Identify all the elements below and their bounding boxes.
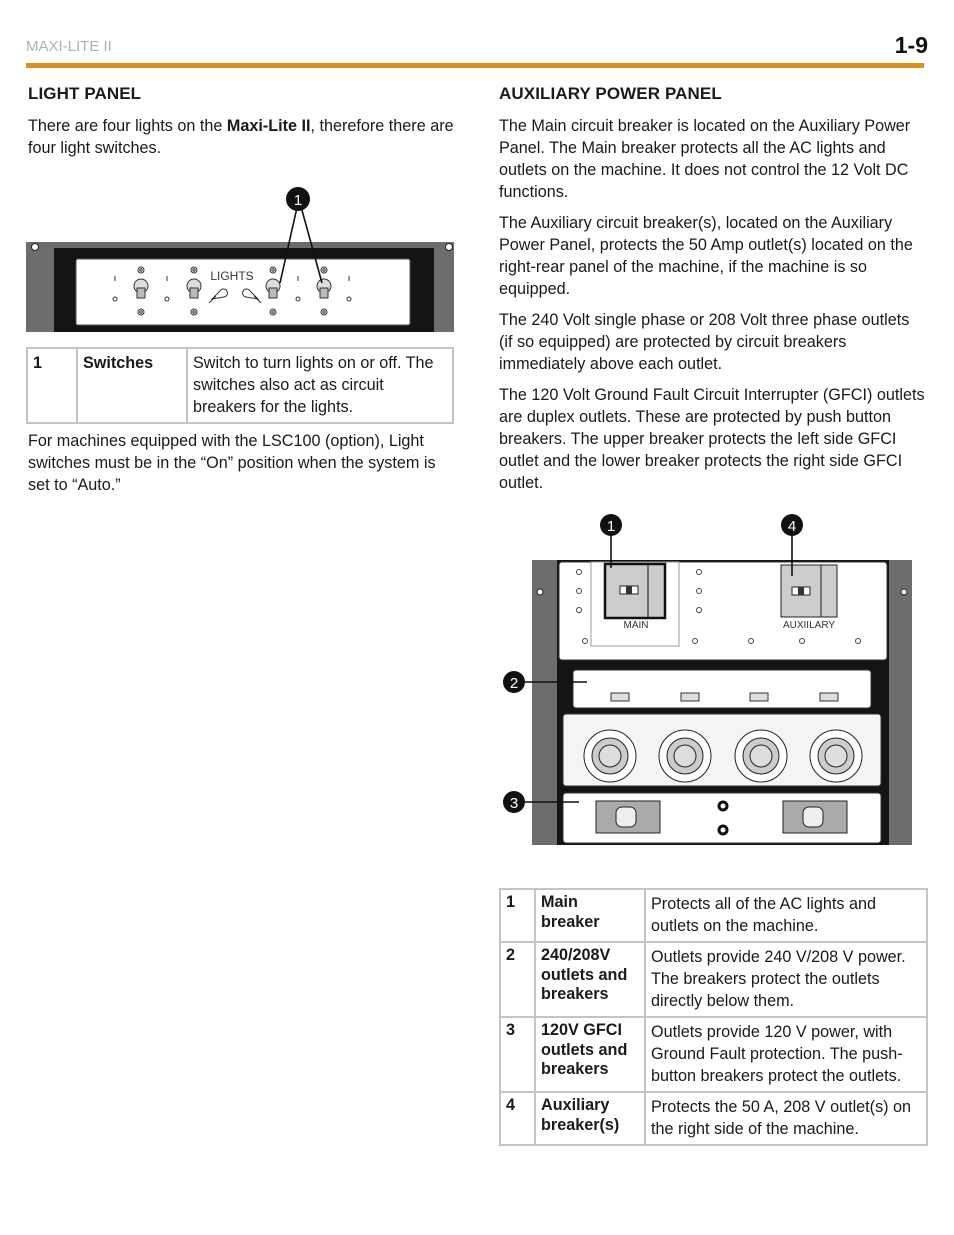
callout-label-1: 1 bbox=[294, 192, 302, 209]
light-panel-section: LIGHT PANEL There are four lights on the… bbox=[26, 84, 454, 505]
key-number: 4 bbox=[499, 1091, 536, 1146]
key-term: Auxiliary breaker(s) bbox=[534, 1091, 646, 1146]
callout-label-4: 4 bbox=[788, 518, 796, 535]
intro-product-name: Maxi-Lite II bbox=[226, 117, 311, 135]
aux-paragraph: The 240 Volt single phase or 208 Volt th… bbox=[499, 311, 910, 373]
mount-hole-right bbox=[445, 243, 453, 251]
intro-text: There are four lights on the bbox=[28, 117, 227, 135]
table-row: 2 240/208V outlets and breakers Outlets … bbox=[499, 941, 928, 1018]
mount-hole bbox=[536, 588, 544, 596]
header-rule bbox=[26, 63, 924, 68]
aux-paragraph: The Main circuit breaker is located on t… bbox=[499, 117, 911, 201]
key-number: 1 bbox=[26, 347, 78, 424]
key-term: Main breaker bbox=[534, 888, 646, 943]
aux-panel-section: AUXILIARY POWER PANEL The Main circuit b… bbox=[499, 84, 928, 1146]
auxiliary-breaker bbox=[780, 564, 838, 618]
main-breaker bbox=[603, 562, 667, 620]
key-number: 2 bbox=[499, 941, 536, 1018]
mount-hole-left bbox=[31, 243, 39, 251]
page-number: 1-9 bbox=[894, 32, 928, 58]
callout-label-3: 3 bbox=[510, 795, 518, 812]
key-term: 120V GFCI outlets and breakers bbox=[534, 1016, 646, 1093]
light-panel-figure: LIGHTS 1 bbox=[26, 175, 454, 345]
table-row: 3 120V GFCI outlets and breakers Outlets… bbox=[499, 1016, 928, 1093]
document-title: MAXI-LITE II bbox=[26, 38, 112, 55]
aux-paragraph: The 120 Volt Ground Fault Circuit Interr… bbox=[499, 386, 925, 492]
key-description: Outlets provide 240 V/208 V power. The b… bbox=[644, 941, 928, 1018]
main-label: MAIN bbox=[624, 620, 649, 631]
key-number: 3 bbox=[499, 1016, 536, 1093]
key-term: 240/208V outlets and breakers bbox=[534, 941, 646, 1018]
key-number: 1 bbox=[499, 888, 536, 943]
aux-paragraph: The Auxiliary circuit breaker(s), locate… bbox=[499, 214, 913, 298]
aux-panel-key-table: 1 Main breaker Protects all of the AC li… bbox=[499, 888, 928, 1146]
callout-label-1: 1 bbox=[607, 518, 615, 535]
table-row: 1 Switches Switch to turn lights on or o… bbox=[26, 347, 454, 424]
callout-label-2: 2 bbox=[510, 675, 518, 692]
table-row: 1 Main breaker Protects all of the AC li… bbox=[499, 888, 928, 943]
key-term: Switches bbox=[76, 347, 188, 424]
light-panel-key-table: 1 Switches Switch to turn lights on or o… bbox=[26, 347, 454, 424]
key-description: Protects all of the AC lights and outlet… bbox=[644, 888, 928, 943]
aux-panel-heading: AUXILIARY POWER PANEL bbox=[499, 84, 722, 103]
lights-label: LIGHTS bbox=[210, 269, 253, 283]
key-description: Switch to turn lights on or off. The swi… bbox=[186, 347, 454, 424]
light-panel-heading: LIGHT PANEL bbox=[28, 84, 142, 103]
table-row: 4 Auxiliary breaker(s) Protects the 50 A… bbox=[499, 1091, 928, 1146]
breaker-strip-240v bbox=[572, 669, 872, 709]
aux-panel-diagram: MAIN AUXIILARY 1 4 2 3 bbox=[503, 514, 912, 845]
light-panel-intro: There are four lights on the Maxi-Lite I… bbox=[28, 115, 454, 159]
light-panel-diagram: LIGHTS 1 bbox=[26, 187, 454, 332]
lsc100-note: For machines equipped with the LSC100 (o… bbox=[28, 432, 436, 494]
key-description: Protects the 50 A, 208 V outlet(s) on th… bbox=[644, 1091, 928, 1146]
mount-hole bbox=[900, 588, 908, 596]
aux-panel-figure: MAIN AUXIILARY 1 4 2 3 bbox=[499, 510, 927, 850]
auxiliary-label: AUXIILARY bbox=[783, 620, 835, 631]
key-description: Outlets provide 120 V power, with Ground… bbox=[644, 1016, 928, 1093]
